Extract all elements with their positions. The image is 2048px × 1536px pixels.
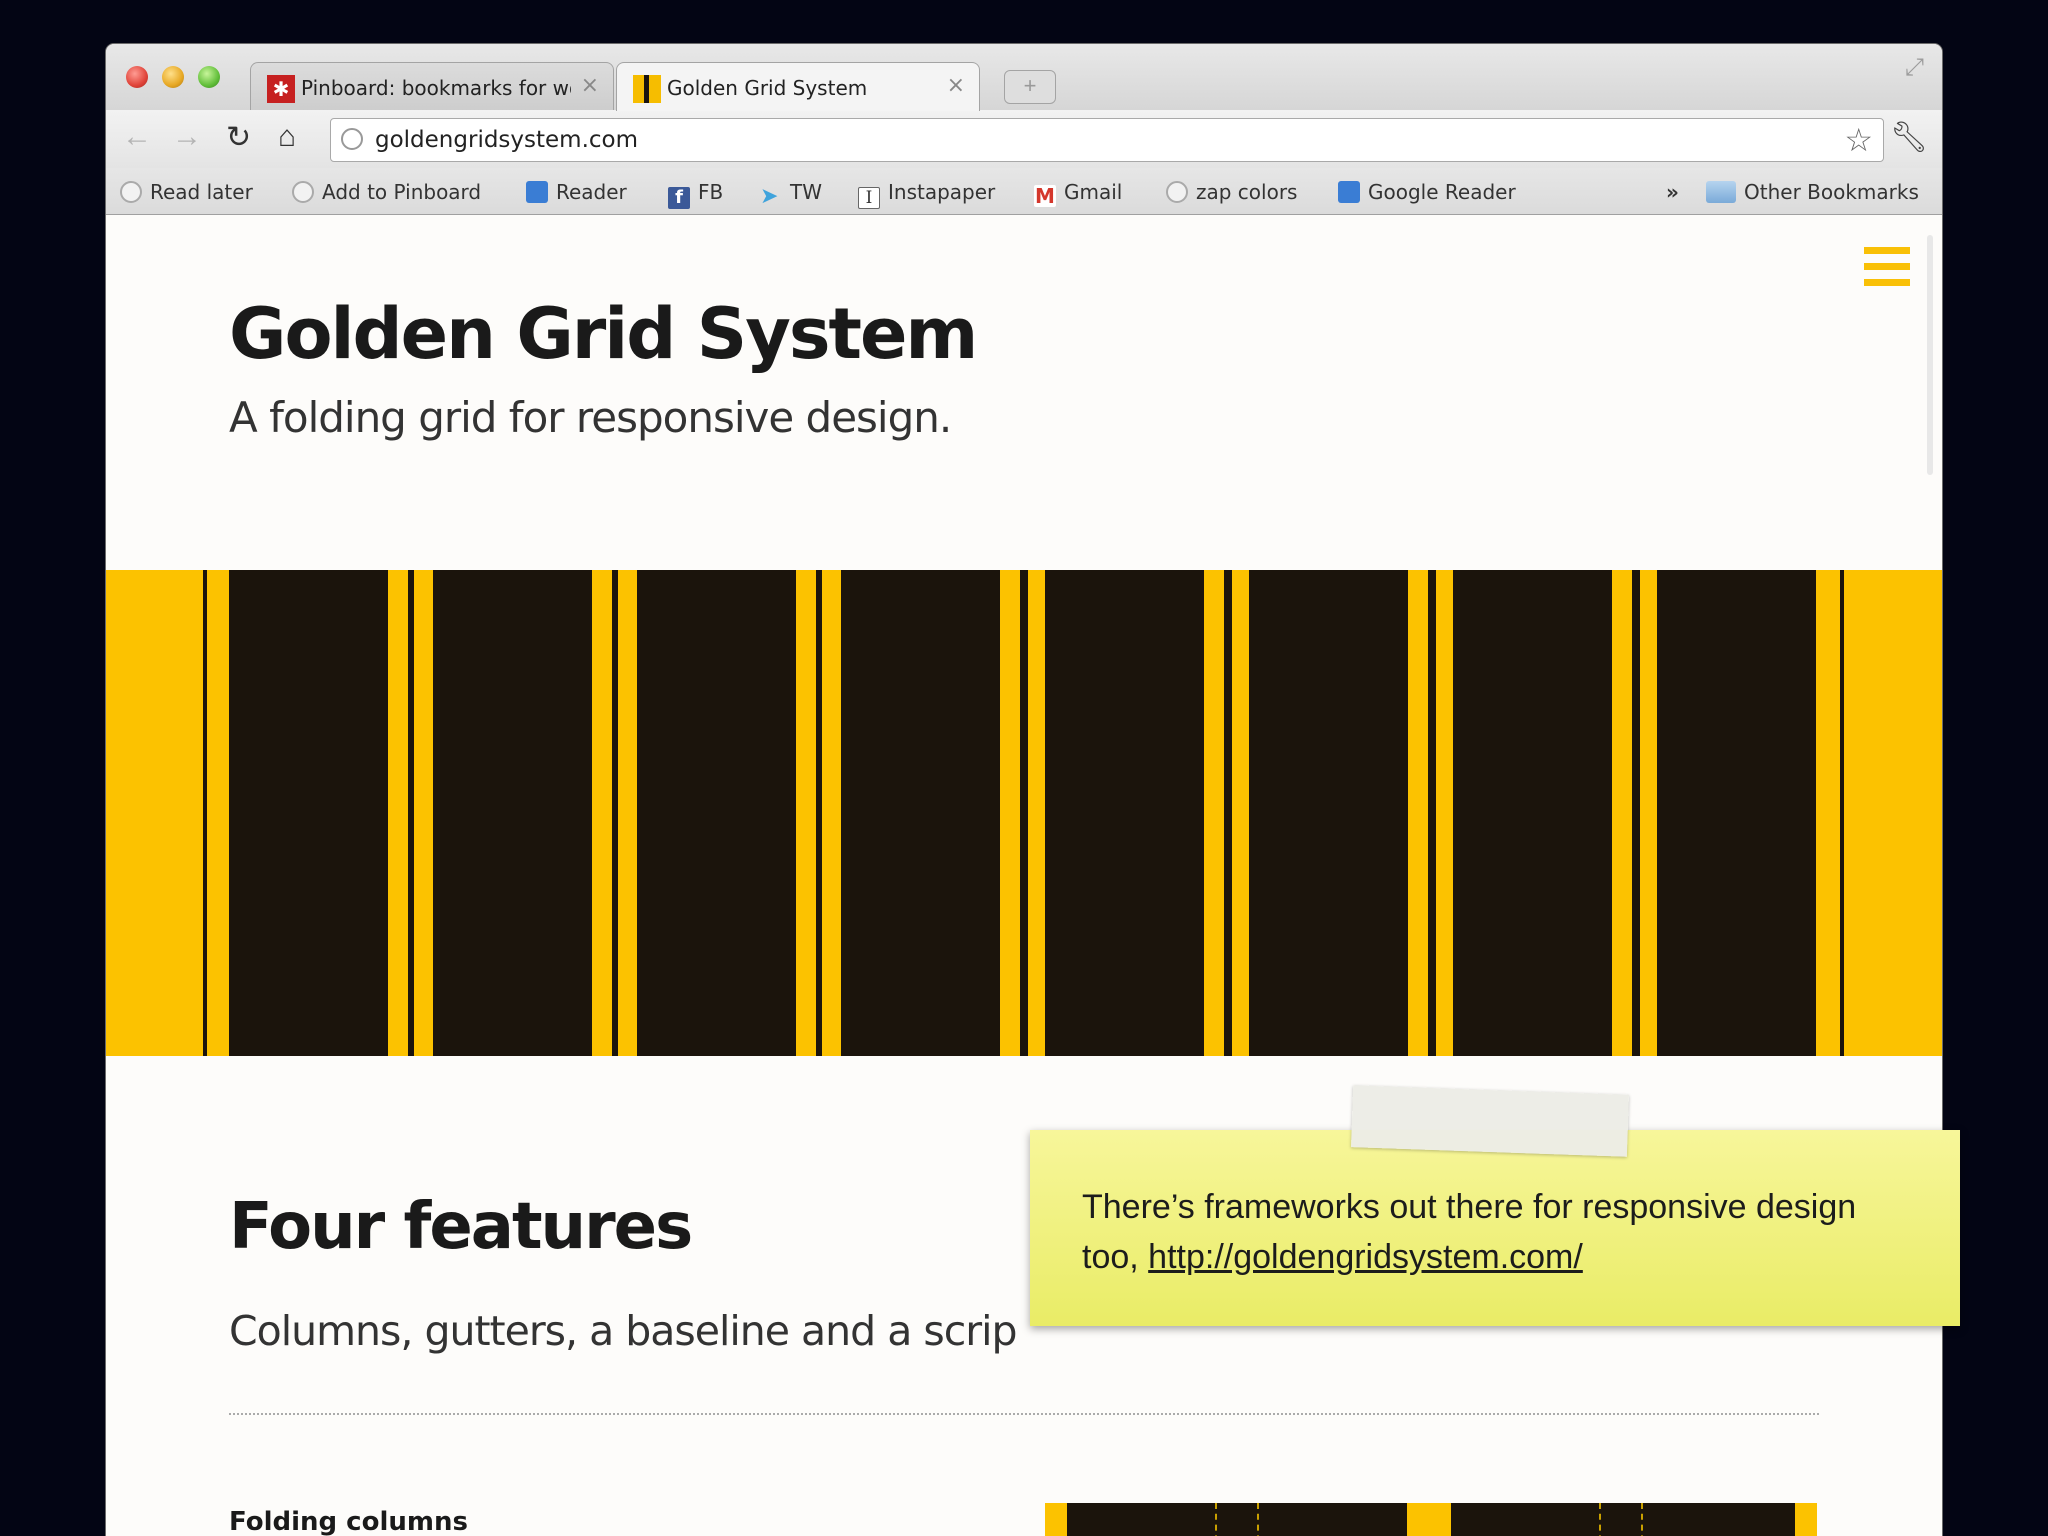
grid-columns-banner xyxy=(106,570,1942,1056)
section-title: Four features xyxy=(229,1190,693,1264)
folder-icon xyxy=(1706,181,1736,203)
bookmark-instapaper[interactable]: I Instapaper xyxy=(858,180,995,209)
bookmark-label: Google Reader xyxy=(1368,180,1516,204)
minimize-window-button[interactable] xyxy=(162,66,184,88)
wrench-menu-icon[interactable]: 🔧︎ xyxy=(1890,120,1928,155)
scrollbar[interactable] xyxy=(1927,235,1933,475)
bookmarks-overflow-button[interactable]: » xyxy=(1666,180,1679,204)
tab-title: Golden Grid System xyxy=(667,76,868,100)
close-tab-icon[interactable]: × xyxy=(581,73,599,98)
section-subtitle: Columns, gutters, a baseline and a scrip xyxy=(229,1307,1018,1355)
gmail-icon: M xyxy=(1034,184,1056,208)
note-text: There’s frameworks out there for respons… xyxy=(1082,1182,1922,1282)
tab-golden-grid[interactable]: Golden Grid System × xyxy=(616,62,980,111)
bookmark-label: Instapaper xyxy=(888,180,996,204)
bookmark-google-reader[interactable]: Google Reader xyxy=(1338,180,1516,204)
bookmark-label: zap colors xyxy=(1196,180,1298,204)
menu-icon[interactable] xyxy=(1864,247,1910,287)
note-link[interactable]: http://goldengridsystem.com/ xyxy=(1148,1238,1583,1276)
close-tab-icon[interactable]: × xyxy=(947,73,965,98)
bookmark-zap-colors[interactable]: zap colors xyxy=(1166,180,1297,204)
globe-icon xyxy=(341,128,363,150)
zoom-window-button[interactable] xyxy=(198,66,220,88)
bookmark-label: Reader xyxy=(556,180,627,204)
bookmark-label: Other Bookmarks xyxy=(1744,180,1919,204)
bookmark-read-later[interactable]: Read later xyxy=(120,180,253,204)
globe-icon xyxy=(292,181,314,203)
bookmark-label: FB xyxy=(698,180,724,204)
home-icon[interactable]: ⌂ xyxy=(278,120,296,154)
page-subtitle: A folding grid for responsive design. xyxy=(229,393,952,442)
close-window-button[interactable] xyxy=(126,66,148,88)
new-tab-button[interactable]: + xyxy=(1004,70,1056,104)
address-text: goldengridsystem.com xyxy=(375,127,639,153)
bookmark-gmail[interactable]: M Gmail xyxy=(1034,180,1122,207)
golden-grid-icon xyxy=(633,75,661,103)
bookmarks-bar: Read later Add to Pinboard Reader f FB ➤ T… xyxy=(106,168,1942,215)
tab-title: Pinboard: bookmarks for wo xyxy=(301,76,571,100)
toolbar: ← → ↻ ⌂ goldengridsystem.com ☆ 🔧︎ xyxy=(106,110,1942,168)
bookmark-label: Read later xyxy=(150,180,253,204)
pinboard-icon: ✱ xyxy=(267,75,295,103)
globe-icon xyxy=(120,181,142,203)
bookmark-reader[interactable]: Reader xyxy=(526,180,627,204)
tape-strip xyxy=(1351,1085,1629,1157)
page-title: Golden Grid System xyxy=(229,293,978,375)
reload-icon[interactable]: ↻ xyxy=(226,120,251,155)
title-bar: ✱ Pinboard: bookmarks for wo × Golden Gr… xyxy=(106,44,1942,111)
bookmark-add-to-pinboard[interactable]: Add to Pinboard xyxy=(292,180,481,204)
bookmark-label: Gmail xyxy=(1064,180,1123,204)
reader-icon xyxy=(1338,181,1360,203)
twitter-icon: ➤ xyxy=(760,184,779,209)
fullscreen-icon[interactable]: ⤢ xyxy=(1905,54,1924,82)
back-icon[interactable]: ← xyxy=(122,120,152,154)
instapaper-icon: I xyxy=(858,187,880,209)
address-bar[interactable]: goldengridsystem.com ☆ xyxy=(330,118,1884,162)
globe-icon xyxy=(1166,181,1188,203)
bookmark-fb[interactable]: f FB xyxy=(668,180,723,209)
feature-title: Folding columns xyxy=(229,1507,468,1536)
bookmark-label: TW xyxy=(790,180,822,204)
folding-columns-illustration xyxy=(1045,1503,1817,1536)
divider xyxy=(229,1413,1819,1415)
bookmark-star-icon[interactable]: ☆ xyxy=(1844,121,1873,159)
forward-icon[interactable]: → xyxy=(172,120,202,154)
bookmark-other-bookmarks[interactable]: Other Bookmarks xyxy=(1706,180,1919,204)
reader-icon xyxy=(526,181,548,203)
bookmark-tw[interactable]: ➤ TW xyxy=(760,180,822,209)
page-content: Golden Grid System A folding grid for re… xyxy=(106,215,1942,1536)
bookmark-label: Add to Pinboard xyxy=(322,180,482,204)
tab-pinboard[interactable]: ✱ Pinboard: bookmarks for wo × xyxy=(250,62,614,111)
sticky-note: There’s frameworks out there for respons… xyxy=(1030,1130,1960,1326)
facebook-icon: f xyxy=(668,187,690,209)
